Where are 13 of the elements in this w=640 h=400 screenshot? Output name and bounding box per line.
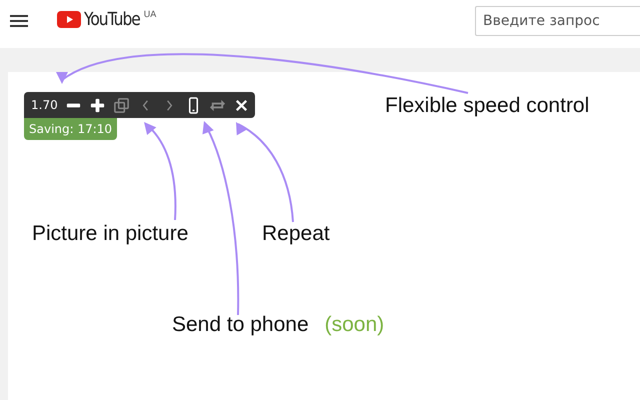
status-note: (soon): [324, 313, 384, 337]
menu-icon[interactable]: [10, 15, 28, 27]
search-field[interactable]: Введите запрос: [475, 6, 640, 36]
region-label: UA: [144, 9, 156, 19]
saving-badge: Saving: 17:10: [24, 118, 118, 140]
annotation-label: Flexible speed control: [385, 94, 590, 118]
annotation-label: Send to phone: [172, 313, 309, 337]
plus-icon[interactable]: [88, 96, 106, 114]
speed-value: 1.70: [31, 98, 58, 112]
logo-text[interactable]: YouTube: [84, 9, 140, 31]
annotation-label: Picture in picture: [32, 222, 188, 246]
annotation-label: Repeat: [262, 222, 330, 246]
play-logo-icon[interactable]: [57, 11, 81, 28]
